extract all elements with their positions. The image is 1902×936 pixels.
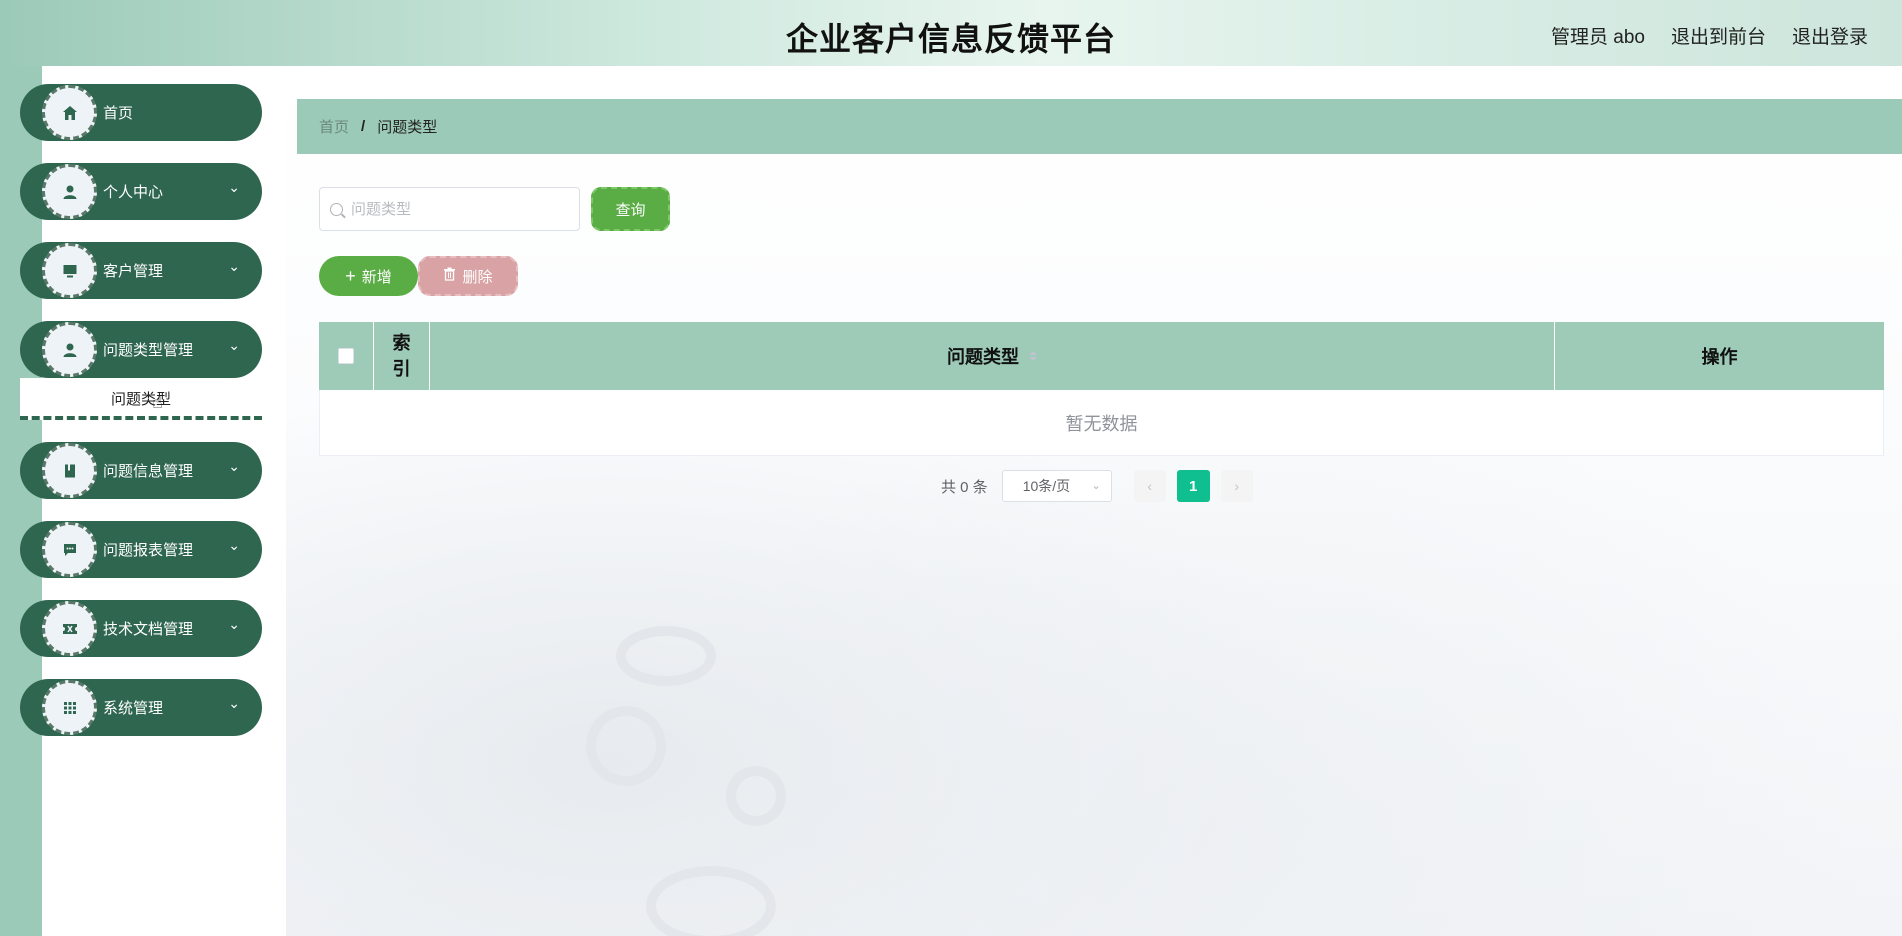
breadcrumb: 首页 / 问题类型 [297, 99, 1902, 154]
user-icon [42, 164, 97, 219]
empty-text: 暂无数据 [1065, 413, 1138, 434]
sidebar-item-label: 客户管理 [103, 263, 164, 280]
breadcrumb-current: 问题类型 [377, 119, 438, 136]
chevron-down-icon: ⌄ [228, 537, 240, 553]
sidebar-item-home[interactable]: 首页 [20, 84, 262, 141]
sidebar-item-issue-info-management[interactable]: 问题信息管理 ⌄ [20, 442, 262, 499]
column-header-operation: 操作 [1555, 322, 1884, 390]
chevron-down-icon: ⌄ [228, 179, 240, 195]
delete-button[interactable]: 删除 [418, 256, 518, 296]
user-icon [42, 322, 97, 377]
pagination-total: 共 0 条 [941, 478, 988, 496]
delete-button-label: 删除 [462, 268, 493, 286]
data-table: 索引 问题类型 操作 暂无数据 [319, 322, 1884, 456]
table-empty-state: 暂无数据 [319, 390, 1884, 456]
hand-cursor-icon: ☝ [152, 392, 163, 412]
sidebar-item-personal-center[interactable]: 个人中心 ⌄ [20, 163, 262, 220]
submenu-item-issue-type[interactable]: 问题类型 ☝ [20, 378, 262, 420]
home-icon [42, 85, 97, 140]
page-number-button[interactable]: 1 [1176, 470, 1210, 502]
sidebar-item-label: 问题信息管理 [103, 463, 194, 480]
background-decor [646, 866, 776, 936]
sidebar-item-tech-doc-management[interactable]: 技术文档管理 ⌄ [20, 600, 262, 657]
plus-icon: + [345, 266, 356, 286]
add-button[interactable]: + 新增 [319, 256, 418, 296]
sidebar-item-label: 问题类型管理 [103, 342, 194, 359]
page-number-label: 1 [1189, 477, 1198, 495]
top-header: 企业客户信息反馈平台 管理员 abo 退出到前台 退出登录 [0, 0, 1902, 66]
header-nav: 管理员 abo 退出到前台 退出登录 [1551, 22, 1868, 49]
pagination: 共 0 条 10条/页 ⌄ ‹ 1 › [941, 470, 1253, 502]
column-header-operation-label: 操作 [1701, 347, 1738, 367]
chevron-down-icon: ⌄ [228, 258, 240, 274]
background-decor [726, 766, 786, 826]
search-icon [330, 202, 343, 216]
chevron-down-icon: ⌄ [228, 616, 240, 632]
table-header: 索引 问题类型 操作 [319, 322, 1884, 390]
next-page-button[interactable]: › [1220, 470, 1253, 502]
chevron-right-icon: › [1234, 478, 1240, 494]
chevron-down-icon: ⌄ [1091, 480, 1101, 492]
book-icon [42, 443, 97, 498]
background-decor [616, 626, 716, 686]
search-input[interactable] [351, 200, 571, 218]
sidebar-item-label: 首页 [103, 105, 134, 122]
sidebar-item-system-management[interactable]: 系统管理 ⌄ [20, 679, 262, 736]
chevron-left-icon: ‹ [1147, 478, 1153, 494]
admin-label: 管理员 abo [1550, 27, 1645, 48]
column-header-type-label: 问题类型 [947, 347, 1019, 367]
sidebar-item-label: 个人中心 [103, 184, 164, 201]
sidebar-item-label: 技术文档管理 [103, 621, 194, 638]
exit-front-link[interactable]: 退出到前台 [1671, 22, 1766, 49]
prev-page-button[interactable]: ‹ [1133, 470, 1166, 502]
add-button-label: 新增 [361, 268, 392, 286]
sort-icon[interactable] [1029, 351, 1037, 361]
search-field[interactable] [319, 187, 580, 231]
page-size-value: 10条/页 [1022, 478, 1071, 494]
sidebar-item-label: 系统管理 [103, 700, 164, 717]
select-all-checkbox[interactable] [338, 348, 354, 364]
column-header-type[interactable]: 问题类型 [430, 322, 1555, 390]
column-header-index-label: 索引 [392, 333, 411, 379]
sidebar-item-issue-report-management[interactable]: 问题报表管理 ⌄ [20, 521, 262, 578]
monitor-icon [42, 243, 97, 298]
sidebar-item-issue-type-management[interactable]: 问题类型管理 ⌄ [20, 321, 262, 378]
column-header-index: 索引 [374, 322, 430, 390]
grid-icon [42, 680, 97, 735]
logout-link[interactable]: 退出登录 [1792, 22, 1868, 49]
sidebar-item-customer-management[interactable]: 客户管理 ⌄ [20, 242, 262, 299]
chevron-down-icon: ⌄ [228, 458, 240, 474]
breadcrumb-separator: / [361, 118, 366, 135]
background-decor [586, 706, 666, 786]
chevron-down-icon: ⌄ [228, 695, 240, 711]
trash-icon [443, 267, 456, 285]
page-size-select[interactable]: 10条/页 ⌄ [1001, 470, 1112, 502]
ticket-icon [42, 601, 97, 656]
query-button-label: 查询 [615, 201, 646, 219]
breadcrumb-home[interactable]: 首页 [319, 116, 349, 137]
header-select-all [319, 322, 374, 390]
query-button[interactable]: 查询 [591, 187, 670, 231]
chevron-down-icon: ⌄ [228, 337, 240, 353]
sidebar: 首页 个人中心 ⌄ 客户管理 ⌄ 问题类型管理 ⌄ 问题类型 ☝ 问题信息管理 … [20, 84, 262, 758]
chat-icon [42, 522, 97, 577]
sidebar-item-label: 问题报表管理 [103, 542, 194, 559]
